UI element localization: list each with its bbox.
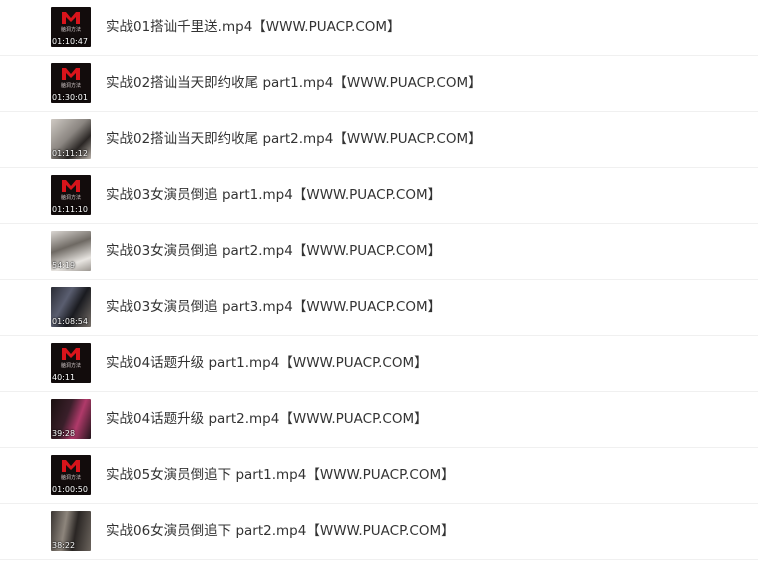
duration-label: 38:22 [52, 541, 76, 550]
duration-label: 39:28 [52, 429, 76, 438]
video-thumbnail[interactable]: 39:28 [51, 399, 91, 439]
brand-logo-icon [62, 460, 80, 472]
file-row[interactable]: 01:08:54 实战03女演员倒追 part3.mp4【WWW.PUACP.C… [0, 280, 758, 336]
duration-label: 01:08:54 [52, 317, 88, 326]
file-row[interactable]: 39:28 实战04话题升级 part2.mp4【WWW.PUACP.COM】 [0, 392, 758, 448]
file-row[interactable]: 01:11:12 实战02搭讪当天即约收尾 part2.mp4【WWW.PUAC… [0, 112, 758, 168]
file-name[interactable]: 实战03女演员倒追 part3.mp4【WWW.PUACP.COM】 [106, 299, 441, 316]
file-row[interactable]: 54:19 实战03女演员倒追 part2.mp4【WWW.PUACP.COM】 [0, 224, 758, 280]
brand-text: 脑洞方法 [60, 195, 81, 201]
duration-label: 01:10:47 [52, 37, 88, 46]
video-thumbnail[interactable]: 脑洞方法 01:10:47 [51, 7, 91, 47]
brand-logo-icon [62, 180, 80, 192]
file-name[interactable]: 实战02搭讪当天即约收尾 part2.mp4【WWW.PUACP.COM】 [106, 131, 482, 148]
file-row[interactable]: 38:22 实战06女演员倒追下 part2.mp4【WWW.PUACP.COM… [0, 504, 758, 560]
file-row[interactable]: 脑洞方法 40:11 实战04话题升级 part1.mp4【WWW.PUACP.… [0, 336, 758, 392]
file-row[interactable]: 脑洞方法 01:30:01 实战02搭讪当天即约收尾 part1.mp4【WWW… [0, 56, 758, 112]
file-name[interactable]: 实战02搭讪当天即约收尾 part1.mp4【WWW.PUACP.COM】 [106, 75, 482, 92]
file-row[interactable]: 脑洞方法 01:11:10 实战03女演员倒追 part1.mp4【WWW.PU… [0, 168, 758, 224]
video-thumbnail[interactable]: 01:11:12 [51, 119, 91, 159]
video-thumbnail[interactable]: 脑洞方法 40:11 [51, 343, 91, 383]
video-thumbnail[interactable]: 脑洞方法 01:30:01 [51, 63, 91, 103]
brand-logo-icon [62, 12, 80, 24]
file-name[interactable]: 实战06女演员倒追下 part2.mp4【WWW.PUACP.COM】 [106, 523, 455, 540]
file-name[interactable]: 实战04话题升级 part2.mp4【WWW.PUACP.COM】 [106, 411, 428, 428]
file-name[interactable]: 实战04话题升级 part1.mp4【WWW.PUACP.COM】 [106, 355, 428, 372]
file-name[interactable]: 实战01搭讪千里送.mp4【WWW.PUACP.COM】 [106, 19, 401, 36]
file-name[interactable]: 实战03女演员倒追 part1.mp4【WWW.PUACP.COM】 [106, 187, 441, 204]
duration-label: 01:00:50 [52, 485, 88, 494]
duration-label: 40:11 [52, 373, 76, 382]
brand-text: 脑洞方法 [60, 475, 81, 481]
brand-text: 脑洞方法 [60, 27, 81, 33]
file-row[interactable]: 脑洞方法 01:00:50 实战05女演员倒追下 part1.mp4【WWW.P… [0, 448, 758, 504]
brand-logo-icon [62, 348, 80, 360]
brand-text: 脑洞方法 [60, 363, 81, 369]
video-thumbnail[interactable]: 54:19 [51, 231, 91, 271]
brand-logo-icon [62, 68, 80, 80]
video-thumbnail[interactable]: 脑洞方法 01:11:10 [51, 175, 91, 215]
file-row[interactable]: 脑洞方法 01:10:47 实战01搭讪千里送.mp4【WWW.PUACP.CO… [0, 0, 758, 56]
duration-label: 01:30:01 [52, 93, 88, 102]
video-thumbnail[interactable]: 01:08:54 [51, 287, 91, 327]
file-list: 脑洞方法 01:10:47 实战01搭讪千里送.mp4【WWW.PUACP.CO… [0, 0, 758, 568]
duration-label: 01:11:10 [52, 205, 88, 214]
file-name[interactable]: 实战05女演员倒追下 part1.mp4【WWW.PUACP.COM】 [106, 467, 455, 484]
brand-text: 脑洞方法 [60, 83, 81, 89]
video-thumbnail[interactable]: 38:22 [51, 511, 91, 551]
video-thumbnail[interactable]: 脑洞方法 01:00:50 [51, 455, 91, 495]
duration-label: 01:11:12 [52, 149, 88, 158]
duration-label: 54:19 [52, 261, 76, 270]
file-name[interactable]: 实战03女演员倒追 part2.mp4【WWW.PUACP.COM】 [106, 243, 441, 260]
